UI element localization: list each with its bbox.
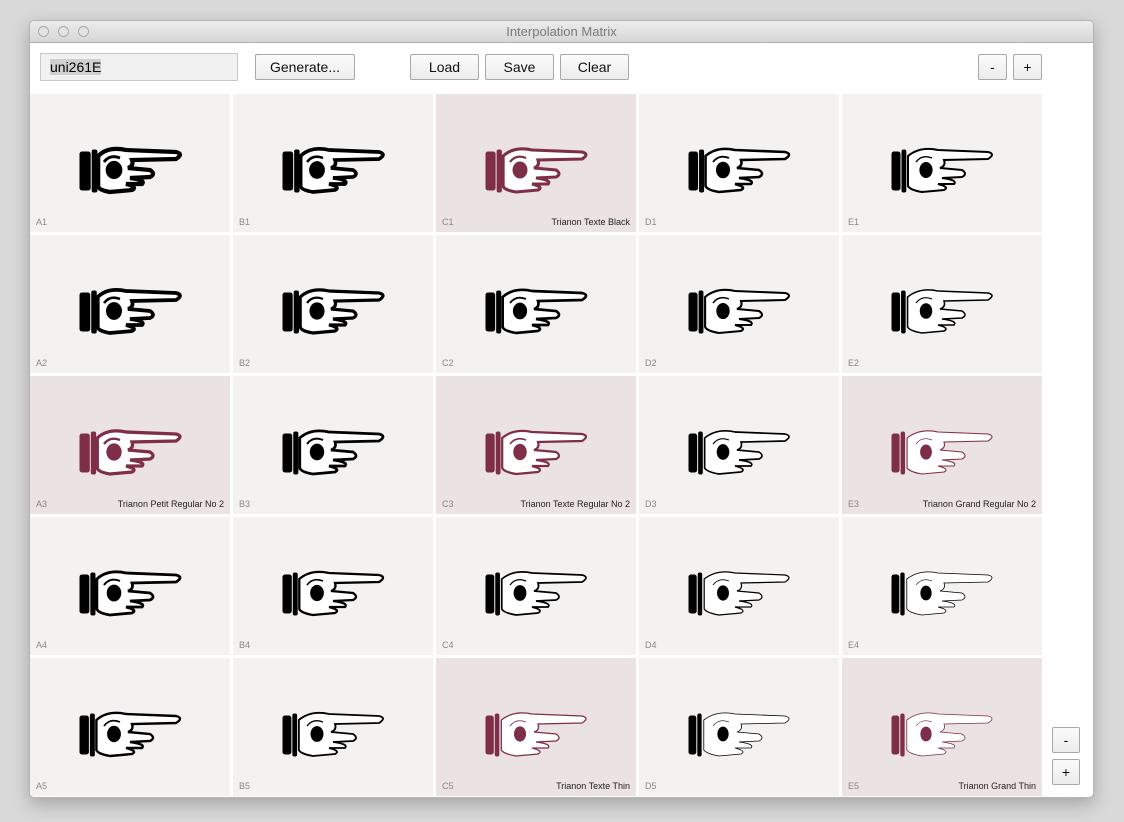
pointing-hand-glyph-icon bbox=[79, 570, 182, 617]
cell-coordinate-label: B3 bbox=[239, 499, 251, 509]
pointing-hand-glyph-icon bbox=[688, 571, 790, 616]
matrix-cell[interactable]: A5 bbox=[30, 658, 230, 796]
clear-button[interactable]: Clear bbox=[560, 54, 629, 80]
matrix-cell[interactable]: A3 Trianon Petit Regular No 2 bbox=[30, 376, 230, 514]
remove-row-button[interactable]: - bbox=[1052, 727, 1080, 753]
matrix-cell[interactable]: C4 bbox=[436, 517, 636, 655]
matrix-cell[interactable]: D1 bbox=[639, 94, 839, 232]
cell-coordinate-label: E4 bbox=[848, 640, 860, 650]
pointing-hand-glyph-icon bbox=[79, 429, 182, 476]
interpolation-matrix-grid: A1 B1 C1 Trianon Texte Black D1 E1 A2 B2 C2 D2 E2 A… bbox=[30, 94, 1042, 797]
matrix-cell[interactable]: C2 bbox=[436, 235, 636, 373]
zoom-out-button[interactable]: - bbox=[978, 54, 1007, 80]
master-font-name: Trianon Petit Regular No 2 bbox=[117, 499, 224, 509]
cell-coordinate-label: B2 bbox=[239, 358, 251, 368]
window-title: Interpolation Matrix bbox=[506, 24, 617, 39]
matrix-cell[interactable]: D4 bbox=[639, 517, 839, 655]
matrix-cell[interactable]: A4 bbox=[30, 517, 230, 655]
matrix-cell[interactable]: C1 Trianon Texte Black bbox=[436, 94, 636, 232]
pointing-hand-glyph-icon bbox=[688, 712, 790, 757]
matrix-cell[interactable]: A2 bbox=[30, 235, 230, 373]
pointing-hand-glyph-icon bbox=[282, 570, 385, 617]
cell-coordinate-label: B5 bbox=[239, 781, 251, 791]
matrix-cell[interactable]: B1 bbox=[233, 94, 433, 232]
cell-coordinate-label: C4 bbox=[442, 640, 454, 650]
cell-coordinate-label: A3 bbox=[36, 499, 48, 509]
pointing-hand-glyph-icon bbox=[282, 429, 385, 476]
cell-coordinate-label: C3 bbox=[442, 499, 454, 509]
pointing-hand-glyph-icon bbox=[282, 147, 385, 194]
cell-coordinate-label: C2 bbox=[442, 358, 454, 368]
cell-coordinate-label: C1 bbox=[442, 217, 454, 227]
pointing-hand-glyph-icon bbox=[485, 147, 588, 194]
pointing-hand-glyph-icon bbox=[282, 288, 385, 335]
cell-coordinate-label: D3 bbox=[645, 499, 657, 509]
matrix-cell[interactable]: B3 bbox=[233, 376, 433, 514]
cell-coordinate-label: D4 bbox=[645, 640, 657, 650]
matrix-cell[interactable]: D3 bbox=[639, 376, 839, 514]
matrix-cell[interactable]: B4 bbox=[233, 517, 433, 655]
matrix-cell[interactable]: C5 Trianon Texte Thin bbox=[436, 658, 636, 796]
cell-coordinate-label: E2 bbox=[848, 358, 860, 368]
save-button[interactable]: Save bbox=[485, 54, 554, 80]
cell-coordinate-label: A2 bbox=[36, 358, 48, 368]
matrix-cell[interactable]: E5 Trianon Grand Thin bbox=[842, 658, 1042, 796]
pointing-hand-glyph-icon bbox=[79, 711, 182, 758]
matrix-cell[interactable]: B5 bbox=[233, 658, 433, 796]
pointing-hand-glyph-icon bbox=[891, 712, 993, 757]
matrix-cell[interactable]: E4 bbox=[842, 517, 1042, 655]
title-bar: Interpolation Matrix bbox=[30, 21, 1093, 43]
cell-coordinate-label: E1 bbox=[848, 217, 860, 227]
master-font-name: Trianon Texte Black bbox=[551, 217, 630, 227]
matrix-cell[interactable]: D5 bbox=[639, 658, 839, 796]
generate-button[interactable]: Generate... bbox=[255, 54, 355, 80]
pointing-hand-glyph-icon bbox=[688, 288, 791, 335]
pointing-hand-glyph-icon bbox=[79, 288, 182, 335]
cell-coordinate-label: B1 bbox=[239, 217, 251, 227]
pointing-hand-glyph-icon bbox=[688, 147, 791, 194]
pointing-hand-glyph-icon bbox=[282, 711, 384, 757]
matrix-cell[interactable]: A1 bbox=[30, 94, 230, 232]
master-font-name: Trianon Grand Regular No 2 bbox=[922, 499, 1036, 509]
add-row-button[interactable]: + bbox=[1052, 759, 1080, 785]
pointing-hand-glyph-icon bbox=[891, 289, 993, 334]
matrix-cell[interactable]: B2 bbox=[233, 235, 433, 373]
cell-coordinate-label: D5 bbox=[645, 781, 657, 791]
pointing-hand-glyph-icon bbox=[891, 147, 993, 194]
pointing-hand-glyph-icon bbox=[79, 146, 183, 195]
cell-coordinate-label: D2 bbox=[645, 358, 657, 368]
pointing-hand-glyph-icon bbox=[485, 712, 587, 757]
pointing-hand-glyph-icon bbox=[891, 571, 993, 616]
cell-coordinate-label: B4 bbox=[239, 640, 251, 650]
matrix-cell[interactable]: E2 bbox=[842, 235, 1042, 373]
cell-coordinate-label: A1 bbox=[36, 217, 48, 227]
matrix-cell[interactable]: C3 Trianon Texte Regular No 2 bbox=[436, 376, 636, 514]
cell-coordinate-label: E5 bbox=[848, 781, 860, 791]
pointing-hand-glyph-icon bbox=[688, 430, 790, 475]
pointing-hand-glyph-icon bbox=[891, 430, 993, 475]
master-font-name: Trianon Texte Thin bbox=[556, 781, 630, 791]
interpolation-matrix-window: Interpolation Matrix uni261E Generate...… bbox=[29, 20, 1094, 798]
pointing-hand-glyph-icon bbox=[485, 288, 588, 335]
load-button[interactable]: Load bbox=[410, 54, 479, 80]
cell-coordinate-label: D1 bbox=[645, 217, 657, 227]
matrix-cell[interactable]: D2 bbox=[639, 235, 839, 373]
cell-coordinate-label: C5 bbox=[442, 781, 454, 791]
master-font-name: Trianon Grand Thin bbox=[958, 781, 1036, 791]
pointing-hand-glyph-icon bbox=[485, 571, 587, 616]
cell-coordinate-label: A5 bbox=[36, 781, 48, 791]
zoom-in-button[interactable]: + bbox=[1013, 54, 1042, 80]
cell-coordinate-label: E3 bbox=[848, 499, 860, 509]
master-font-name: Trianon Texte Regular No 2 bbox=[520, 499, 630, 509]
cell-coordinate-label: A4 bbox=[36, 640, 48, 650]
glyph-name-input[interactable]: uni261E bbox=[40, 53, 238, 81]
matrix-cell[interactable]: E3 Trianon Grand Regular No 2 bbox=[842, 376, 1042, 514]
matrix-cell[interactable]: E1 bbox=[842, 94, 1042, 232]
pointing-hand-glyph-icon bbox=[485, 429, 588, 476]
glyph-name-value: uni261E bbox=[50, 59, 102, 75]
